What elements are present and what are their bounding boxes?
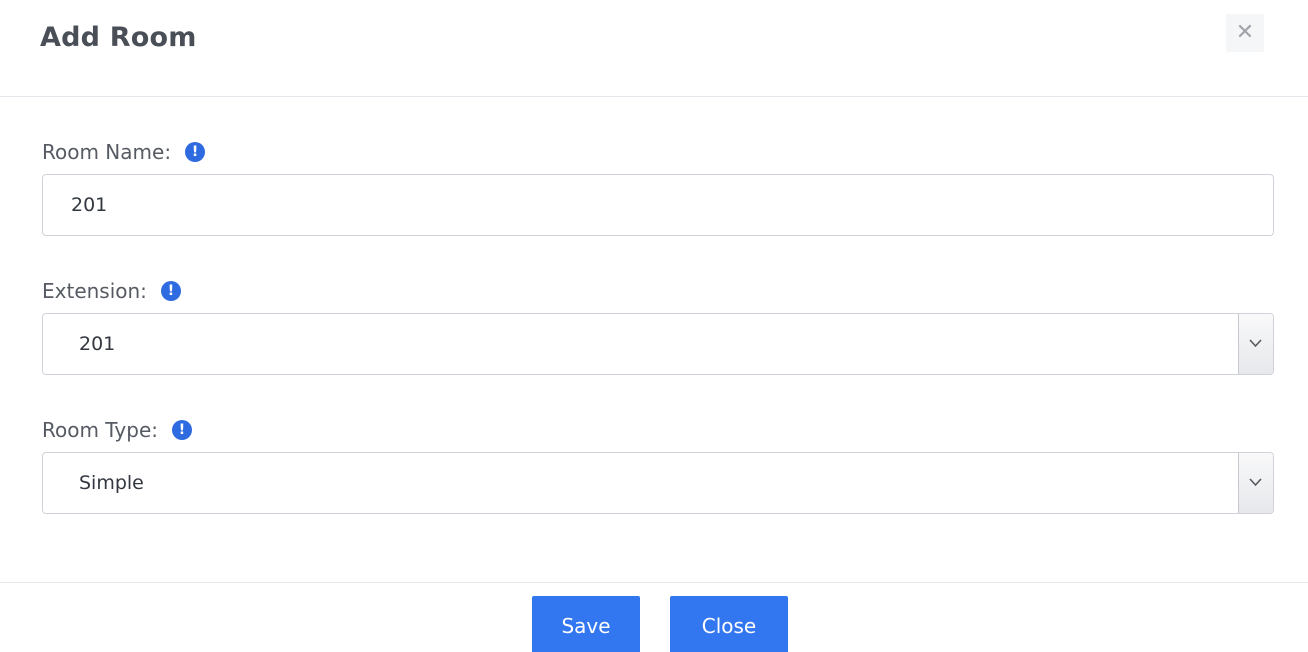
info-icon[interactable]: ! [160,281,181,301]
extension-selected-value: 201 [79,333,116,355]
close-button[interactable]: Close [670,596,788,652]
dialog-title: Add Room [40,22,197,53]
extension-label: Extension: [42,279,147,303]
extension-label-row: Extension: ! [42,279,181,303]
chevron-down-icon[interactable] [1238,314,1273,374]
chevron-down-icon[interactable] [1238,453,1273,513]
footer-divider [0,582,1308,583]
room-type-select[interactable]: Simple [42,452,1274,514]
room-type-selected-value: Simple [79,472,144,494]
room-name-label-row: Room Name: ! [42,140,206,164]
dialog-header: Add Room ✕ [0,0,1308,97]
save-button[interactable]: Save [532,596,640,652]
room-name-value: 201 [71,194,108,216]
room-name-input[interactable]: 201 [42,174,1274,236]
room-type-label: Room Type: [42,418,158,442]
room-type-label-row: Room Type: ! [42,418,192,442]
extension-select[interactable]: 201 [42,313,1274,375]
room-name-label: Room Name: [42,140,172,164]
close-icon[interactable]: ✕ [1226,14,1264,52]
info-icon[interactable]: ! [172,420,192,440]
info-icon[interactable]: ! [185,142,206,162]
add-room-dialog: Add Room ✕ Room Name: ! 201 Extension: !… [0,0,1308,652]
